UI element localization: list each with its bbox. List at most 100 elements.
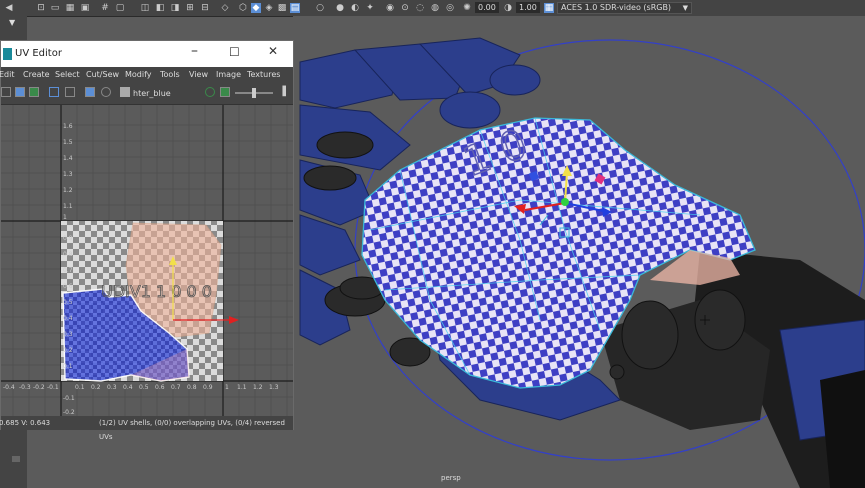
close-icon[interactable]: ✕ — [268, 44, 278, 58]
menu-create[interactable]: Create — [23, 70, 50, 79]
svg-text:1.4: 1.4 — [63, 155, 73, 162]
svg-text:0.7: 0.7 — [63, 267, 73, 274]
exposure-field[interactable]: 0.00 — [475, 2, 499, 13]
u-tick-labels: -0.4 -0.3 -0.2 -0.1 0.1 0.2 0.3 0.4 0.5 … — [3, 384, 279, 391]
xray-active-icon[interactable]: ◍ — [430, 3, 440, 13]
svg-text:1.1: 1.1 — [63, 203, 73, 210]
color-space-label: ACES 1.0 SDR-video (sRGB) — [561, 3, 672, 12]
checker-icon[interactable] — [85, 87, 95, 97]
svg-text:0.4: 0.4 — [63, 315, 73, 322]
uv-grid-svg: UDIV1 1 0 0 0 1.6 1.5 1.4 1.3 1.2 1.1 1 … — [1, 105, 293, 416]
svg-text:0.1: 0.1 — [63, 363, 73, 370]
svg-text:1: 1 — [225, 384, 229, 391]
svg-text:0.7: 0.7 — [171, 384, 181, 391]
grid-icon[interactable]: # — [100, 3, 110, 13]
display-image-icon[interactable] — [101, 87, 111, 97]
color-space-dropdown[interactable]: ACES 1.0 SDR-video (sRGB) ▼ — [557, 2, 692, 14]
safe-action-icon[interactable]: ⊞ — [185, 3, 195, 13]
grid-icon[interactable] — [1, 87, 11, 97]
uv-shell-info: (1/2) UV shells, (0/0) overlapping UVs, … — [99, 419, 285, 441]
svg-text:0.4: 0.4 — [123, 384, 133, 391]
chevron-down-icon: ▼ — [682, 4, 688, 12]
svg-text:1.3: 1.3 — [269, 384, 279, 391]
distortion-icon[interactable] — [49, 87, 59, 97]
textured-icon[interactable]: ▩ — [277, 3, 287, 13]
bookmarks-icon[interactable]: ▦ — [65, 3, 75, 13]
svg-text:0.6: 0.6 — [63, 283, 73, 290]
camera-attributes-icon[interactable]: ▭ — [50, 3, 60, 13]
image-icon[interactable] — [220, 87, 230, 97]
camera-label: persp — [441, 474, 461, 482]
camera-icon[interactable]: ◀ — [4, 3, 14, 13]
resolution-gate-icon[interactable]: ◫ — [140, 3, 150, 13]
shaded-icon[interactable] — [29, 87, 39, 97]
menu-cut-sew[interactable]: Cut/Sew — [86, 70, 119, 79]
svg-text:-0.2: -0.2 — [33, 384, 45, 391]
refresh-icon[interactable] — [205, 87, 215, 97]
uv-select-icon[interactable] — [15, 87, 25, 97]
backface-icon[interactable]: ◎ — [445, 3, 455, 13]
motion-blur-icon[interactable]: ✦ — [365, 3, 375, 13]
screw-head — [609, 364, 625, 380]
perspective-viewport[interactable]: 1 0 — [293, 16, 865, 488]
film-gate-icon[interactable]: ▢ — [115, 3, 125, 13]
maximize-icon[interactable]: ☐ — [229, 45, 240, 59]
uv-decal-text: UDIV1 1 0 0 0 — [101, 282, 212, 301]
toolbar-more-icon[interactable]: ▐ — [279, 87, 289, 97]
svg-text:-0.3: -0.3 — [19, 384, 31, 391]
udim-icon[interactable] — [65, 87, 75, 97]
gamma-field[interactable]: 1.00 — [516, 2, 540, 13]
minimize-icon[interactable]: – — [191, 43, 198, 59]
field-chart-icon[interactable]: ◨ — [170, 3, 180, 13]
menu-image[interactable]: Image — [216, 70, 241, 79]
panel-handle[interactable] — [12, 456, 20, 462]
svg-text:1.5: 1.5 — [63, 139, 73, 146]
isolate-select-icon[interactable]: ⊙ — [400, 3, 410, 13]
menu-modify[interactable]: Modify — [125, 70, 152, 79]
svg-text:-0.4: -0.4 — [3, 384, 15, 391]
select-camera-icon[interactable]: ⊡ — [36, 3, 46, 13]
main-toolbar: ◀ ⊡ ▭ ▦ ▣ # ▢ ◫ ◧ ◨ ⊞ ⊟ ◇ ⬡ ◆ ◈ ▩ ▤ ○ ● … — [0, 0, 865, 17]
svg-text:0.9: 0.9 — [63, 235, 73, 242]
svg-text:0.2: 0.2 — [91, 384, 101, 391]
svg-text:0.8: 0.8 — [187, 384, 197, 391]
svg-text:0.6: 0.6 — [155, 384, 165, 391]
uv-grid-canvas[interactable]: UDIV1 1 0 0 0 1.6 1.5 1.4 1.3 1.2 1.1 1 … — [1, 105, 293, 416]
safe-title-icon[interactable]: ⊟ — [200, 3, 210, 13]
wrist-joint — [621, 300, 679, 370]
color-management-icon[interactable]: ▦ — [544, 3, 554, 13]
image-plane-icon[interactable]: ▣ — [80, 3, 90, 13]
xray-icon[interactable]: ▤ — [290, 3, 300, 13]
menu-tools[interactable]: Tools — [160, 70, 180, 79]
menu-edit[interactable]: Edit — [0, 70, 15, 79]
wireframe-on-shaded-icon[interactable]: ◈ — [264, 3, 274, 13]
svg-text:1: 1 — [63, 214, 67, 221]
svg-text:1.2: 1.2 — [253, 384, 263, 391]
multisample-icon[interactable]: ◉ — [385, 3, 395, 13]
uv-editor-title: UV Editor — [15, 48, 62, 59]
uv-editor-titlebar[interactable]: UV Editor – ☐ ✕ — [1, 41, 293, 67]
menu-view[interactable]: View — [189, 70, 208, 79]
svg-text:0.9: 0.9 — [203, 384, 213, 391]
uv-editor-menubar: Edit Create Select Cut/Sew Modify Tools … — [0, 67, 293, 82]
shadows-icon[interactable]: ● — [335, 3, 345, 13]
menu-select[interactable]: Select — [55, 70, 80, 79]
menu-textures[interactable]: Textures — [247, 70, 280, 79]
lighting-icon[interactable]: ○ — [315, 3, 325, 13]
panel-menu-chevron-icon[interactable]: ▼ — [9, 18, 15, 27]
gamma-icon[interactable]: ◑ — [503, 3, 513, 13]
xray-joints-icon[interactable]: ◌ — [415, 3, 425, 13]
default-material-icon[interactable]: ◆ — [251, 3, 261, 13]
gate-mask-icon[interactable]: ◧ — [155, 3, 165, 13]
svg-text:0.5: 0.5 — [63, 299, 73, 306]
exposure-slider-handle[interactable] — [252, 88, 256, 98]
svg-text:0.1: 0.1 — [75, 384, 85, 391]
screen-space-ao-icon[interactable]: ◐ — [350, 3, 360, 13]
svg-text:-0.2: -0.2 — [63, 409, 75, 416]
smooth-shade-icon[interactable]: ⬡ — [238, 3, 248, 13]
uv-editor-toolbar: hter_blue ▐ — [1, 82, 293, 105]
exposure-icon[interactable]: ✺ — [462, 3, 472, 13]
texture-camera-icon[interactable] — [120, 87, 130, 97]
texture-name: hter_blue — [133, 89, 171, 98]
wireframe-icon[interactable]: ◇ — [220, 3, 230, 13]
